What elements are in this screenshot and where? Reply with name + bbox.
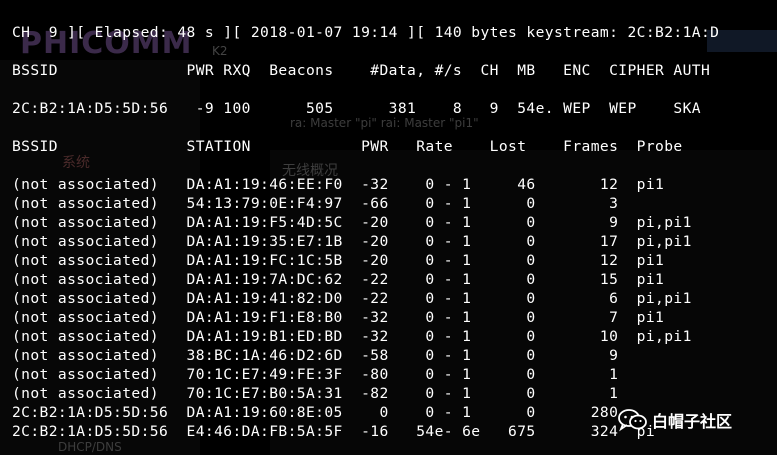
- watermark-text: 白帽子社区: [652, 412, 733, 431]
- station-table-row: (not associated) DA:A1:19:46:EE:F0 -32 0…: [12, 176, 665, 193]
- station-table-row: (not associated) DA:A1:19:7A:DC:62 -22 0…: [12, 271, 665, 288]
- station-table-row: (not associated) DA:A1:19:F5:4D:5C -20 0…: [12, 214, 692, 231]
- wechat-icon: [618, 408, 648, 432]
- station-table-row: (not associated) DA:A1:19:35:E7:1B -20 0…: [12, 233, 692, 250]
- station-table-row: 2C:B2:1A:D5:5D:56 DA:A1:19:60:8E:05 0 0 …: [12, 404, 619, 421]
- terminal-window[interactable]: PHICOMM K2 系统 无线概况 ra: Master "pi" rai: …: [0, 0, 777, 455]
- station-table-row: (not associated) 54:13:79:0E:F4:97 -66 0…: [12, 195, 619, 212]
- station-table-row: (not associated) 70:1C:E7:B0:5A:31 -82 0…: [12, 385, 619, 402]
- station-table-row: (not associated) 38:BC:1A:46:D2:6D -58 0…: [12, 347, 619, 364]
- background-ssid-line: ra: Master "pi" rai: Master "pi1": [290, 116, 479, 130]
- station-table-row: (not associated) DA:A1:19:B1:ED:BD -32 0…: [12, 328, 692, 345]
- station-table-row: (not associated) DA:A1:19:41:82:D0 -22 0…: [12, 290, 692, 307]
- ap-table-header: BSSID PWR RXQ Beacons #Data, #/s CH MB E…: [12, 62, 711, 79]
- background-dhcp-link: DHCP/DNS: [58, 440, 122, 454]
- station-table-header: BSSID STATION PWR Rate Lost Frames Probe: [12, 138, 683, 155]
- watermark: 白帽子社区: [618, 408, 732, 432]
- station-table-row: (not associated) DA:A1:19:F1:E8:B0 -32 0…: [12, 309, 665, 326]
- status-line: CH 9 ][ Elapsed: 48 s ][ 2018-01-07 19:1…: [12, 24, 720, 41]
- station-table-row: 2C:B2:1A:D5:5D:56 E4:46:DA:FB:5A:5F -16 …: [12, 423, 656, 440]
- ap-table-row: 2C:B2:1A:D5:5D:56 -9 100 505 381 8 9 54e…: [12, 100, 701, 117]
- station-table-row: (not associated) 70:1C:E7:49:FE:3F -80 0…: [12, 366, 619, 383]
- station-table-row: (not associated) DA:A1:19:FC:1C:5B -20 0…: [12, 252, 665, 269]
- background-model-label: K2: [212, 44, 228, 58]
